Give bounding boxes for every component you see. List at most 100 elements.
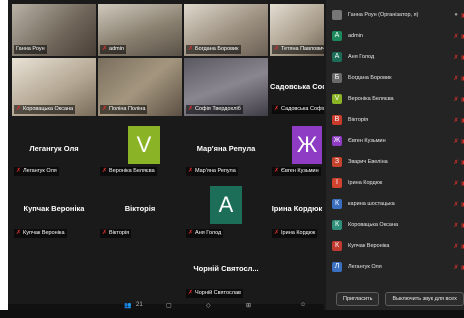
participant-row[interactable]: B Вікторія ✗ ▣ [332,111,464,129]
participant-name: Мар'яна Репула [196,144,256,153]
avatar-tile[interactable]: Легангук Оля ✗ Легангук Оля [12,120,96,178]
avatar: V [332,94,342,104]
mic-muted-icon: ✗ [274,168,280,174]
participant-name: Легангук Оля [29,144,79,153]
tile-name-label: ✗ Вікторія [100,229,132,238]
mic-muted-icon[interactable]: ✗ [452,75,460,82]
camera-off-icon[interactable]: ▣ [460,180,464,187]
participants-panel: Ганна Роун (Організатор, я) ● ▣ Aadmin ✗ ▣ A Ан… [326,0,464,310]
mic-muted-icon: ✗ [102,230,108,236]
participant-name: Ірина Кордюк [348,180,383,186]
mic-muted-icon[interactable]: ✗ [452,138,460,145]
reactions-icon[interactable]: ☺ [300,302,306,308]
avatar: B [332,115,342,125]
participant-row[interactable]: I Ірина Кордюк ✗ ▣ [332,174,464,192]
mic-muted-icon[interactable]: ✗ [452,33,460,40]
participant-row[interactable]: Ж Євген Кузьмин ✗ ▣ [332,132,464,150]
mic-muted-icon[interactable]: ✗ [452,264,460,271]
camera-off-icon[interactable]: ▣ [460,96,464,103]
share-icon[interactable]: ◇ [206,302,211,309]
camera-off-icon[interactable]: ▣ [460,201,464,208]
mic-muted-icon: ✗ [16,168,22,174]
video-tile[interactable]: ✗ Поліна Поліна [98,58,182,116]
participant-row[interactable]: Б Богдана Боровик ✗ ▣ [332,69,464,87]
mic-muted-icon: ✗ [16,106,22,112]
mic-muted-icon: ✗ [274,106,280,112]
video-tile[interactable]: ✗ Софія Твердохліб [184,58,268,116]
participant-name: карина шостацька [348,201,395,207]
avatar-tile[interactable]: V ✗ Вероніка Беляєва [98,120,182,178]
video-tile[interactable]: ✗ admin [98,4,182,56]
chat-icon[interactable]: ▢ [166,302,172,309]
mic-muted-icon[interactable]: ✗ [452,222,460,229]
participant-row[interactable]: Ганна Роун (Організатор, я) ● ▣ [332,6,464,24]
mic-muted-icon[interactable]: ✗ [452,243,460,250]
video-tile[interactable]: ✗ Богдана Боровик [184,4,268,56]
avatar: Ж [332,136,342,146]
participants-icon[interactable]: 👥 [124,302,131,309]
avatar-tile[interactable]: Мар'яна Репула ✗ Мар'яна Репула [184,120,268,178]
participant-row[interactable]: A Аня Голод ✗ ▣ [332,48,464,66]
tile-name-label: ✗ Тетяна Павлович [272,45,324,54]
mic-muted-icon: ✗ [274,230,280,236]
participant-name: Вікторія [348,117,369,123]
participant-name: Євген Кузьмин [348,138,386,144]
mic-muted-icon[interactable]: ✗ [452,54,460,61]
camera-off-icon[interactable]: ▣ [460,75,464,82]
participant-row[interactable]: Ккарина шостацька ✗ ▣ [332,195,464,213]
mic-muted-icon[interactable]: ✗ [452,201,460,208]
avatar-tile[interactable]: Чорній Святосл... ✗ Чорній Святослав [184,244,268,300]
mic-muted-icon: ✗ [16,230,22,236]
avatar: Л [332,262,342,272]
camera-off-icon[interactable]: ▣ [460,243,464,250]
participant-name: Ганна Роун (Організатор, я) [348,12,419,18]
avatar-tile[interactable]: Садовська Софія ✗Садовська Софія [270,58,324,116]
camera-off-icon[interactable]: ▣ [460,117,464,124]
invite-button[interactable]: Пригласить [336,292,380,306]
mic-muted-icon: ✗ [188,106,194,112]
video-tile[interactable]: ✗ Коровацька Оксана [12,58,96,116]
participant-name: Ірина Кордюк [271,204,323,213]
tile-name-label: ✗ Купчак Вероніка [14,229,67,238]
participant-row[interactable]: Aadmin ✗ ▣ [332,27,464,45]
mic-muted-icon: ✗ [102,46,108,52]
camera-off-icon[interactable]: ▣ [460,264,464,271]
participant-name: admin [348,33,363,39]
camera-off-icon[interactable]: ▣ [460,12,464,19]
mic-muted-icon[interactable]: ✗ [452,117,460,124]
participant-row[interactable]: V Вероніка Беляєва ✗ ▣ [332,90,464,108]
panel-actions: Пригласить Выключить звук для всех ... [336,292,464,306]
participant-row[interactable]: К Купчак Вероніка ✗ ▣ [332,237,464,255]
tile-name-label: Ганна Роун [14,45,47,54]
camera-off-icon[interactable]: ▣ [460,159,464,166]
tile-name-label: ✗ Аня Голод [186,229,224,238]
camera-off-icon[interactable]: ▣ [460,33,464,40]
camera-off-icon[interactable]: ▣ [460,138,464,145]
mic-muted-icon: ✗ [102,106,108,112]
avatar: A [210,186,242,224]
participant-row[interactable]: Л Легангук Оля ✗ ▣ [332,258,464,276]
mic-muted-icon[interactable]: ✗ [452,96,460,103]
mic-icon[interactable]: ● [452,12,460,18]
mute-all-button[interactable]: Выключить звук для всех [385,292,464,306]
tile-name-label: ✗ Поліна Поліна [100,105,148,114]
video-tile[interactable]: Ганна Роун [12,4,96,56]
avatar-tile[interactable]: A ✗ Аня Голод [184,182,268,240]
camera-off-icon[interactable]: ▣ [460,54,464,61]
avatar-tile[interactable]: Купчак Вероніка ✗ Купчак Вероніка [12,182,96,240]
video-tile[interactable]: ✗ Тетяна Павлович [270,4,324,56]
mic-muted-icon: ✗ [188,46,194,52]
avatar-tile[interactable]: Вікторія ✗ Вікторія [98,182,182,240]
camera-off-icon[interactable]: ▣ [460,222,464,229]
mic-muted-icon: ✗ [274,46,280,52]
participant-row[interactable]: З Зварич Евеліна ✗ ▣ [332,153,464,171]
avatar-tile[interactable]: Ж ✗ Євген Кузьмин [270,120,324,178]
tile-name-label: ✗ Мар'яна Репула [186,167,238,176]
record-icon[interactable]: ⊞ [246,302,251,309]
mic-muted-icon[interactable]: ✗ [452,159,460,166]
avatar-tile[interactable]: Ірина Кордюк ✗ Ірина Кордюк [270,182,324,240]
mic-muted-icon[interactable]: ✗ [452,180,460,187]
participant-row[interactable]: К Коровацька Оксана ✗ ▣ [332,216,464,234]
mic-muted-icon: ✗ [188,290,194,296]
participant-name: Аня Голод [348,54,375,60]
